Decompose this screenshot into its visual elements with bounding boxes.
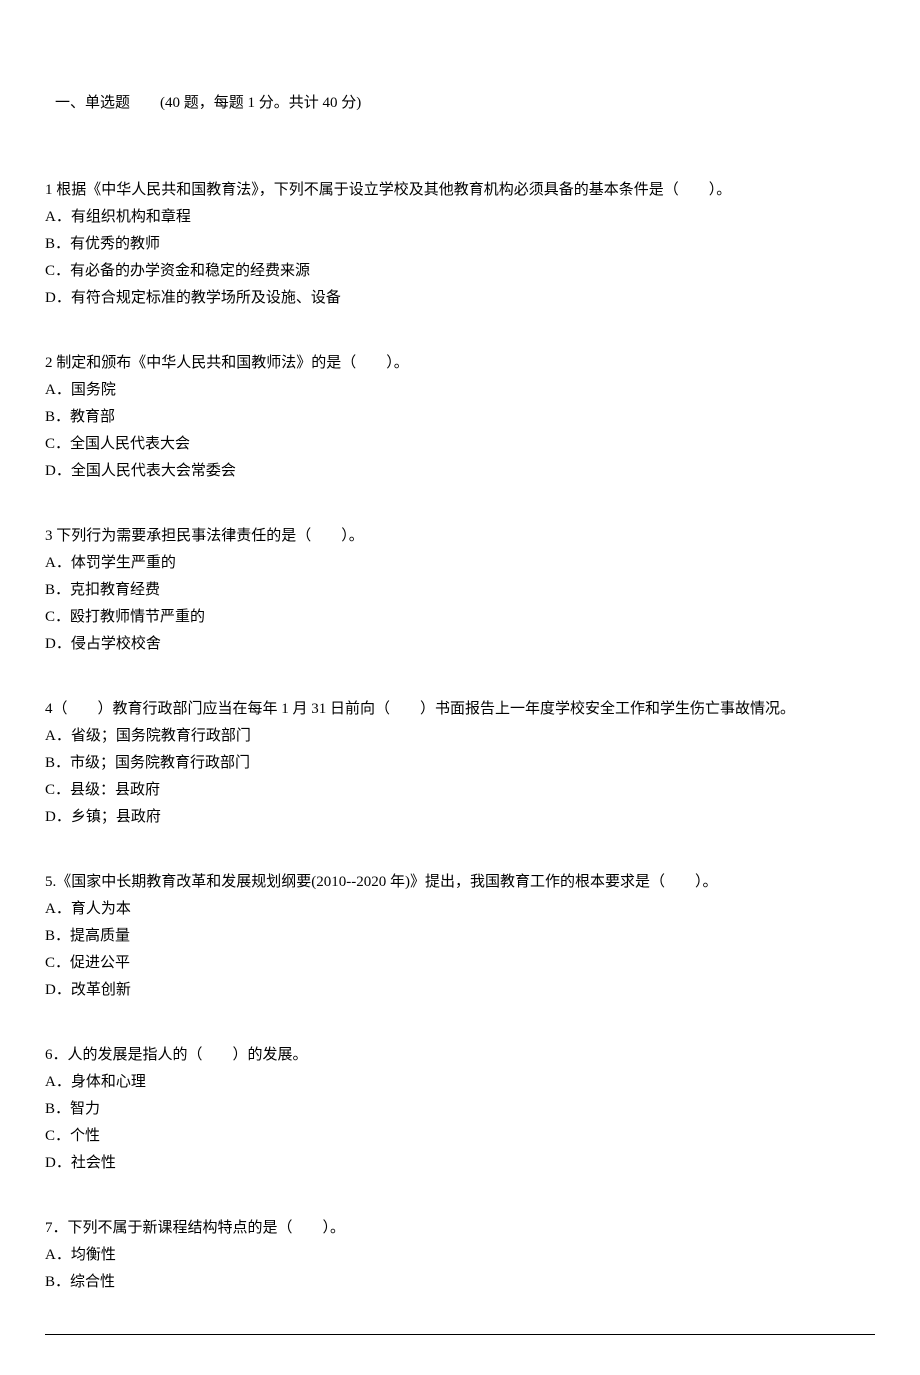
question-option: B．克扣教育经费: [45, 577, 875, 604]
question-7: 7．下列不属于新课程结构特点的是（ ）。 A．均衡性 B．综合性: [45, 1215, 875, 1296]
question-3: 3 下列行为需要承担民事法律责任的是（ ）。 A．体罚学生严重的 B．克扣教育经…: [45, 523, 875, 658]
question-option: B．提高质量: [45, 923, 875, 950]
question-5: 5.《国家中长期教育改革和发展规划纲要(2010--2020 年)》提出，我国教…: [45, 869, 875, 1004]
question-stem: 5.《国家中长期教育改革和发展规划纲要(2010--2020 年)》提出，我国教…: [45, 869, 875, 896]
question-option: A．育人为本: [45, 896, 875, 923]
question-option: C．县级：县政府: [45, 777, 875, 804]
question-stem: 4（ ）教育行政部门应当在每年 1 月 31 日前向（ ）书面报告上一年度学校安…: [45, 696, 875, 723]
question-option: A．体罚学生严重的: [45, 550, 875, 577]
question-option: B．市级；国务院教育行政部门: [45, 750, 875, 777]
footer-separator: [45, 1334, 875, 1335]
question-stem: 3 下列行为需要承担民事法律责任的是（ ）。: [45, 523, 875, 550]
question-option: D．社会性: [45, 1150, 875, 1177]
question-2: 2 制定和颁布《中华人民共和国教师法》的是（ ）。 A．国务院 B．教育部 C．…: [45, 350, 875, 485]
section-title: 一、单选题 (40 题，每题 1 分。共计 40 分): [45, 90, 875, 117]
question-option: A．国务院: [45, 377, 875, 404]
question-option: D．有符合规定标准的教学场所及设施、设备: [45, 285, 875, 312]
question-option: C．全国人民代表大会: [45, 431, 875, 458]
question-stem: 6．人的发展是指人的（ ）的发展。: [45, 1042, 875, 1069]
question-option: A．有组织机构和章程: [45, 204, 875, 231]
question-4: 4（ ）教育行政部门应当在每年 1 月 31 日前向（ ）书面报告上一年度学校安…: [45, 696, 875, 831]
question-option: B．教育部: [45, 404, 875, 431]
question-option: B．智力: [45, 1096, 875, 1123]
question-stem: 7．下列不属于新课程结构特点的是（ ）。: [45, 1215, 875, 1242]
question-option: C．殴打教师情节严重的: [45, 604, 875, 631]
question-option: A．均衡性: [45, 1242, 875, 1269]
question-6: 6．人的发展是指人的（ ）的发展。 A．身体和心理 B．智力 C．个性 D．社会…: [45, 1042, 875, 1177]
question-option: D．改革创新: [45, 977, 875, 1004]
question-option: D．侵占学校校舍: [45, 631, 875, 658]
question-option: C．促进公平: [45, 950, 875, 977]
question-option: A．身体和心理: [45, 1069, 875, 1096]
question-option: C．有必备的办学资金和稳定的经费来源: [45, 258, 875, 285]
question-option: B．有优秀的教师: [45, 231, 875, 258]
question-option: B．综合性: [45, 1269, 875, 1296]
question-stem: 2 制定和颁布《中华人民共和国教师法》的是（ ）。: [45, 350, 875, 377]
question-option: D．乡镇；县政府: [45, 804, 875, 831]
question-stem: 1 根据《中华人民共和国教育法》，下列不属于设立学校及其他教育机构必须具备的基本…: [45, 177, 875, 204]
question-option: A．省级；国务院教育行政部门: [45, 723, 875, 750]
question-option: C．个性: [45, 1123, 875, 1150]
question-1: 1 根据《中华人民共和国教育法》，下列不属于设立学校及其他教育机构必须具备的基本…: [45, 177, 875, 312]
question-option: D．全国人民代表大会常委会: [45, 458, 875, 485]
